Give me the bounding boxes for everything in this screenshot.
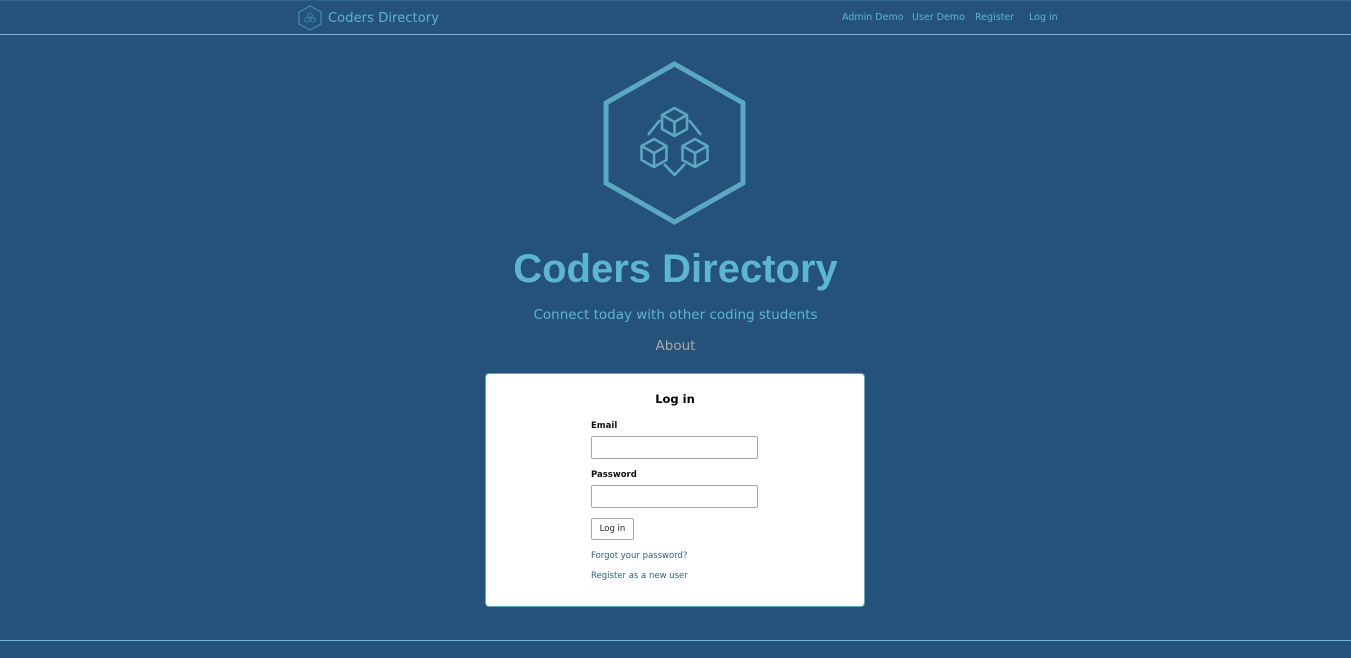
nav-link-login[interactable]: Log in (1029, 12, 1058, 23)
footer (0, 640, 1351, 658)
cubes-hexagon-logo-icon (603, 61, 746, 225)
hero-title: Coders Directory (513, 247, 838, 291)
login-title: Log in (655, 392, 695, 406)
nav-link-admin-demo[interactable]: Admin Demo (842, 12, 904, 23)
nav-link-user-demo[interactable]: User Demo (912, 12, 965, 23)
forgot-password-link[interactable]: Forgot your password? (591, 551, 687, 561)
password-label: Password (591, 470, 637, 480)
login-submit-button[interactable]: Log in (591, 518, 634, 540)
about-link[interactable]: About (656, 338, 696, 354)
register-new-user-link[interactable]: Register as a new user (591, 571, 688, 581)
email-label: Email (591, 421, 618, 431)
nav-link-register[interactable]: Register (975, 12, 1014, 23)
email-field[interactable] (591, 436, 758, 459)
password-field[interactable] (591, 485, 758, 508)
brand-text: Coders Directory (328, 10, 440, 26)
navbar: Coders Directory Admin Demo User Demo Re… (0, 0, 1351, 35)
cubes-hexagon-logo-icon (298, 5, 322, 31)
hero-subtitle: Connect today with other coding students (533, 307, 818, 323)
brand-link[interactable]: Coders Directory (298, 5, 439, 31)
page: Coders Directory Admin Demo User Demo Re… (0, 0, 1351, 658)
login-card: Log in Email Password Log in Forgot your… (485, 373, 865, 607)
about-container: About (0, 335, 1351, 356)
